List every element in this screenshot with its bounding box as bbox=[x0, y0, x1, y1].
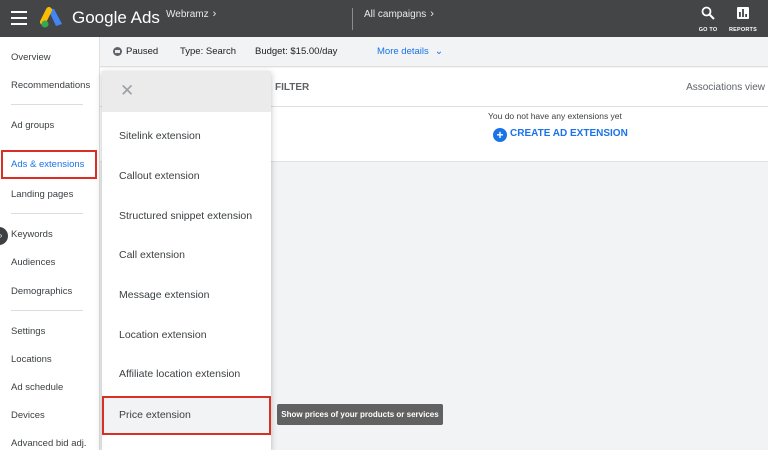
menu-item-affiliate-location-extension[interactable]: Affiliate location extension bbox=[102, 355, 271, 394]
top-app-bar: Google Ads Webramz › All campaigns › GO TO… bbox=[0, 0, 768, 37]
topbar-divider bbox=[352, 8, 353, 30]
nav-item-ad-schedule[interactable]: Ad schedule bbox=[11, 382, 63, 393]
menu-item-sitelink-extension[interactable]: Sitelink extension bbox=[102, 117, 271, 156]
nav-item-label: Ads & extensions bbox=[11, 159, 85, 170]
nav-item-advanced-bid-adj[interactable]: Advanced bid adj. bbox=[11, 438, 87, 449]
campaign-name: All campaigns bbox=[364, 9, 427, 20]
nav-item-ad-groups[interactable]: Ad groups bbox=[11, 120, 54, 131]
price-extension-tooltip: Show prices of your products or services bbox=[277, 404, 443, 425]
product-title[interactable]: Google Ads bbox=[72, 8, 160, 28]
campaign-type: Type: Search bbox=[180, 46, 236, 57]
menu-item-price-extension[interactable]: Price extension bbox=[102, 396, 271, 435]
menu-item-location-extension[interactable]: Location extension bbox=[102, 316, 271, 355]
nav-divider bbox=[11, 104, 83, 105]
nav-divider bbox=[11, 310, 83, 311]
menu-item-structured-snippet-extension[interactable]: Structured snippet extension bbox=[102, 197, 271, 236]
chevron-right-icon: › bbox=[430, 8, 434, 20]
nav-item-locations[interactable]: Locations bbox=[11, 354, 52, 365]
nav-item-demographics[interactable]: Demographics bbox=[11, 286, 72, 297]
campaign-status[interactable]: Paused bbox=[126, 46, 158, 57]
nav-item-ads-extensions[interactable]: Ads & extensions bbox=[1, 150, 97, 179]
nav-divider bbox=[11, 213, 83, 214]
filter-button[interactable]: FILTER bbox=[275, 82, 309, 93]
search-icon bbox=[701, 6, 715, 20]
associations-view-button[interactable]: Associations view bbox=[686, 82, 765, 93]
nav-item-landing-pages[interactable]: Landing pages bbox=[11, 189, 73, 200]
close-icon[interactable]: ✕ bbox=[120, 81, 136, 101]
nav-item-recommendations[interactable]: Recommendations bbox=[11, 80, 90, 91]
extension-type-menu: ✕ Sitelink extension Callout extension S… bbox=[102, 71, 271, 450]
goto-button[interactable]: GO TO bbox=[693, 6, 723, 33]
add-circle-icon: + bbox=[493, 128, 507, 142]
campaign-breadcrumb[interactable]: All campaigns › bbox=[364, 8, 434, 20]
collapse-nav-icon[interactable]: › bbox=[0, 227, 8, 245]
more-details-button[interactable]: More details ⌄ bbox=[377, 46, 443, 57]
goto-label: GO TO bbox=[698, 27, 718, 33]
reports-icon bbox=[737, 7, 749, 19]
more-details-label: More details bbox=[377, 46, 429, 57]
menu-icon[interactable] bbox=[11, 11, 27, 25]
menu-header: ✕ bbox=[102, 71, 271, 112]
left-navigation: Overview Recommendations Ad groups Ads &… bbox=[0, 37, 100, 450]
account-name: Webramz bbox=[166, 9, 209, 20]
create-ad-extension-button[interactable]: + CREATE AD EXTENSION bbox=[493, 128, 628, 142]
menu-item-callout-extension[interactable]: Callout extension bbox=[102, 157, 271, 196]
empty-state-message: You do not have any extensions yet bbox=[488, 111, 622, 121]
reports-button[interactable]: REPORTS bbox=[728, 6, 758, 33]
menu-item-call-extension[interactable]: Call extension bbox=[102, 236, 271, 275]
campaign-budget[interactable]: Budget: $15.00/day bbox=[255, 46, 337, 57]
nav-item-settings[interactable]: Settings bbox=[11, 326, 45, 337]
campaign-status-bar: Paused Type: Search Budget: $15.00/day M… bbox=[100, 37, 768, 67]
chevron-right-icon: › bbox=[212, 8, 217, 20]
account-breadcrumb[interactable]: Webramz › bbox=[166, 8, 216, 20]
menu-item-message-extension[interactable]: Message extension bbox=[102, 276, 271, 315]
nav-item-keywords[interactable]: Keywords bbox=[11, 229, 53, 240]
create-ad-extension-label: CREATE AD EXTENSION bbox=[510, 128, 628, 139]
reports-label: REPORTS bbox=[729, 27, 757, 33]
nav-item-audiences[interactable]: Audiences bbox=[11, 257, 55, 268]
google-ads-logo bbox=[40, 7, 62, 28]
chevron-down-icon: ⌄ bbox=[434, 46, 444, 57]
paused-icon bbox=[113, 47, 122, 56]
nav-item-devices[interactable]: Devices bbox=[11, 410, 45, 421]
nav-item-overview[interactable]: Overview bbox=[11, 52, 51, 63]
